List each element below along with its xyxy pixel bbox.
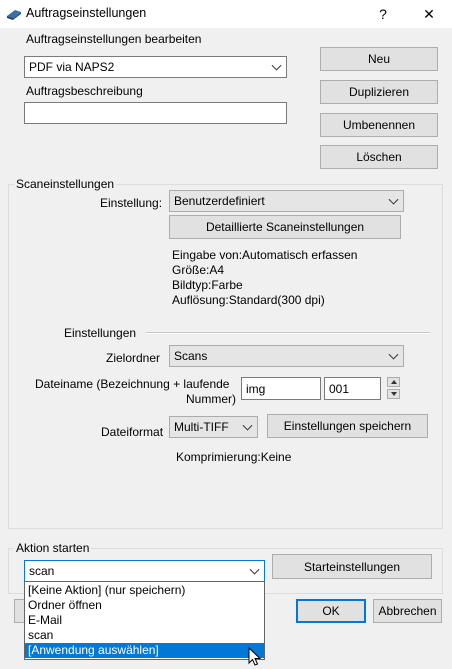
ok-button[interactable]: OK: [296, 599, 366, 623]
description-input[interactable]: [24, 102, 287, 124]
job-select[interactable]: PDF via NAPS2: [24, 56, 287, 78]
file-format-label: Dateiformat: [101, 425, 164, 439]
action-select[interactable]: scan: [24, 560, 265, 582]
scan-settings-group-label: Scaneinstellungen: [14, 177, 117, 191]
cancel-button[interactable]: Abbrechen: [373, 599, 442, 623]
scan-info-resolution: Auflösung:Standard(300 dpi): [172, 293, 325, 307]
filename-number-input[interactable]: 001: [324, 377, 381, 400]
target-folder-value: Scans: [174, 349, 208, 363]
setting-label: Einstellung:: [100, 196, 163, 210]
dropdown-option-email[interactable]: E-Mail: [25, 613, 264, 628]
arrow-up-icon: [391, 380, 397, 384]
scan-info-input: Eingabe von:Automatisch erfassen: [172, 248, 358, 262]
dropdown-option-none[interactable]: [Keine Aktion] (nur speichern): [25, 583, 264, 598]
detailed-scan-settings-button[interactable]: Detaillierte Scaneinstellungen: [169, 215, 401, 239]
new-button[interactable]: Neu: [320, 47, 438, 71]
job-edit-label: Auftragseinstellungen bearbeiten: [26, 32, 202, 46]
window-title: Auftragseinstellungen: [26, 6, 147, 20]
number-up-button[interactable]: [387, 377, 400, 387]
chevron-down-icon: [271, 60, 282, 71]
file-format-value: Multi-TIFF: [174, 420, 229, 434]
target-folder-label: Zielordner: [106, 351, 161, 365]
action-select-value: scan: [29, 564, 55, 578]
chevron-down-icon: [388, 194, 399, 205]
scan-info-size: Größe:A4: [172, 263, 225, 277]
filename-prefix-input[interactable]: img: [241, 377, 321, 400]
chevron-down-icon: [388, 349, 399, 360]
compression-text: Komprimierung:Keine: [176, 450, 292, 464]
number-down-button[interactable]: [387, 389, 400, 399]
close-button[interactable]: ✕: [410, 0, 448, 28]
action-group-label: Aktion starten: [14, 541, 92, 555]
setting-select-value: Benutzerdefiniert: [174, 194, 265, 208]
filename-label-line2: Nummer): [186, 392, 236, 406]
settings-divider: [146, 332, 430, 334]
scanner-icon: [7, 10, 21, 20]
scan-info-imagetype: Bildtyp:Farbe: [172, 278, 243, 292]
chevron-down-icon: [249, 564, 260, 575]
delete-button[interactable]: Löschen: [320, 145, 438, 169]
arrow-down-icon: [391, 392, 397, 396]
filename-label-line1: Dateiname (Bezeichnung + laufende: [35, 377, 230, 391]
file-format-select[interactable]: Multi-TIFF: [169, 416, 258, 438]
dropdown-option-open-folder[interactable]: Ordner öffnen: [25, 598, 264, 613]
dropdown-option-scan[interactable]: scan: [25, 628, 264, 643]
mouse-cursor-icon: [248, 647, 262, 666]
help-button[interactable]: ?: [364, 0, 402, 28]
rename-button[interactable]: Umbenennen: [320, 113, 438, 137]
duplicate-button[interactable]: Duplizieren: [320, 80, 438, 104]
save-settings-button[interactable]: Einstellungen speichern: [267, 414, 428, 438]
job-select-value: PDF via NAPS2: [29, 60, 115, 74]
chevron-down-icon: [242, 420, 253, 431]
action-dropdown-list: [Keine Aktion] (nur speichern) Ordner öf…: [24, 581, 265, 660]
setting-select[interactable]: Benutzerdefiniert: [169, 190, 404, 212]
description-label: Auftragsbeschreibung: [26, 84, 143, 98]
title-bar: Auftragseinstellungen ? ✕: [0, 0, 452, 29]
target-folder-select[interactable]: Scans: [169, 345, 404, 367]
start-settings-button[interactable]: Starteinstellungen: [272, 554, 432, 579]
dropdown-option-choose-app[interactable]: [Anwendung auswählen]: [25, 643, 264, 658]
settings-section-label: Einstellungen: [64, 326, 137, 340]
